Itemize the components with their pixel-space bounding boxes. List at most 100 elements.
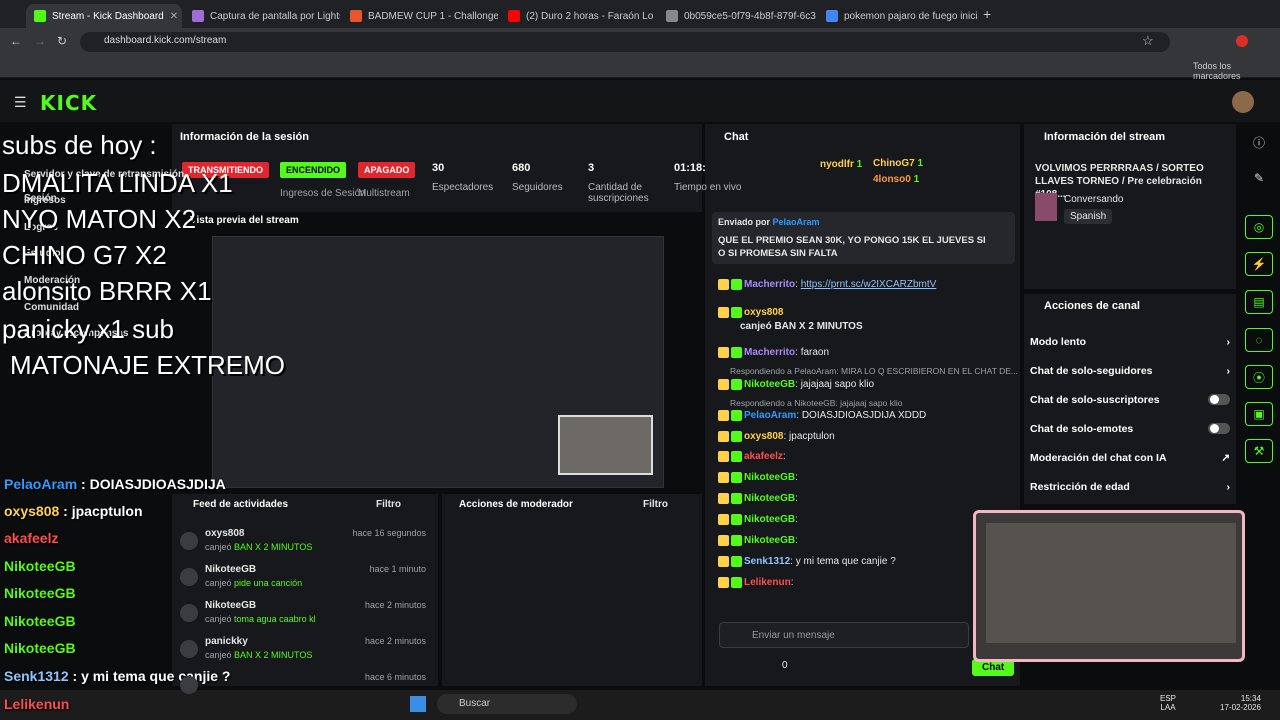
badge-icon bbox=[718, 535, 729, 546]
top-chatter-name: ChinoG7 bbox=[873, 158, 915, 169]
feed-action: canjeó bbox=[205, 578, 232, 588]
overlay-chat-msg: y mi tema que canjie ? bbox=[81, 668, 231, 684]
stat-label: Cantidad de suscripciones bbox=[588, 182, 649, 204]
broadcast-icon[interactable]: ⦿ bbox=[1245, 365, 1273, 389]
chat-text[interactable]: https://prnt.sc/w2IXCARZbmtV bbox=[801, 279, 937, 290]
overlay-chat-user: Lelikenun bbox=[4, 696, 70, 712]
overlay-chat-msg: DOIASJDIOASJDIJA bbox=[89, 476, 226, 492]
on-badge[interactable]: ENCENDIDO bbox=[280, 162, 347, 178]
chat-text: faraon bbox=[800, 347, 830, 359]
feed-time: hace 16 segundos bbox=[352, 528, 426, 538]
chat-icon[interactable]: ◌ bbox=[1245, 328, 1273, 352]
new-tab-button[interactable]: + bbox=[983, 6, 991, 22]
chat-colon: : bbox=[782, 451, 786, 463]
feed-reward: canjeó BAN X 2 MINUTOS bbox=[205, 542, 312, 552]
chat-username[interactable]: PelaoAram bbox=[744, 410, 796, 421]
action-3[interactable]: Chat de solo-emotes bbox=[1030, 423, 1230, 435]
feed-avatar bbox=[180, 640, 198, 658]
chat-username[interactable]: oxys808 bbox=[744, 307, 783, 318]
all-bookmarks[interactable]: Todos los marcadores bbox=[1193, 61, 1280, 81]
bolt-icon[interactable]: ⚡ bbox=[1245, 252, 1273, 276]
tab-2[interactable]: BADMEW CUP 1 - Challonge✕ bbox=[342, 4, 498, 28]
category-name: Conversando bbox=[1064, 194, 1124, 205]
info-icon[interactable]: ⓘ bbox=[1245, 130, 1273, 154]
action-2[interactable]: Chat de solo-suscriptores bbox=[1030, 394, 1230, 406]
tab-0[interactable]: Stream - Kick Dashboard ✕ bbox=[26, 4, 182, 28]
stat-2: 3 Cantidad de suscripciones bbox=[588, 162, 658, 204]
actions-title: Acciones de canal bbox=[1044, 300, 1140, 312]
top-chatter-count: 1 bbox=[856, 159, 863, 170]
chat-username[interactable]: oxys808 bbox=[744, 431, 783, 442]
feed-avatar bbox=[180, 604, 198, 622]
toggle[interactable] bbox=[1208, 423, 1230, 434]
tab-close-icon[interactable]: ✕ bbox=[170, 11, 178, 22]
action-5[interactable]: Restricción de edad › bbox=[1030, 481, 1230, 493]
address-input[interactable]: dashboard.kick.com/stream bbox=[80, 32, 1170, 52]
off-badge[interactable]: APAGADO bbox=[358, 162, 416, 178]
session-ingress: Ingresos de Sesión bbox=[280, 188, 366, 199]
chat-username[interactable]: Macherrito bbox=[744, 279, 795, 290]
tab-5[interactable]: pokemon pajaro de fuego inicial✕ bbox=[818, 4, 978, 28]
menu-icon[interactable]: ☰ bbox=[14, 94, 27, 111]
action-1[interactable]: Chat de solo-seguidores › bbox=[1030, 365, 1230, 377]
chat-username[interactable]: NikoteeGB bbox=[744, 493, 795, 504]
overlay-chat-sep: : bbox=[59, 503, 72, 519]
external-link-icon: ↗ bbox=[1221, 452, 1230, 464]
chat-username[interactable]: Senk1312 bbox=[744, 556, 790, 567]
windows-start-icon[interactable] bbox=[410, 696, 426, 712]
forward-icon[interactable]: → bbox=[34, 34, 46, 48]
top-chatter: ChinoG7 1 bbox=[873, 158, 923, 169]
chat-input[interactable]: Enviar un mensaje bbox=[719, 622, 969, 648]
feed-reward-name: BAN X 2 MINUTOS bbox=[234, 650, 313, 660]
wrench-icon[interactable]: ⚒ bbox=[1245, 439, 1273, 463]
archive-icon[interactable]: ▣ bbox=[1245, 402, 1273, 426]
kick-logo[interactable]: KICK bbox=[40, 91, 97, 115]
chat-username[interactable]: Lelikenun bbox=[744, 577, 791, 588]
reload-icon[interactable]: ↻ bbox=[57, 34, 67, 48]
pen-icon[interactable]: ✎ bbox=[1245, 166, 1273, 190]
chevron-right-icon: › bbox=[1226, 481, 1231, 493]
tab-label: Stream - Kick Dashboard bbox=[52, 10, 164, 22]
taskbar-search[interactable]: Buscar bbox=[437, 694, 577, 714]
webcam-overlay bbox=[973, 510, 1245, 662]
chat-username[interactable]: NikoteeGB bbox=[744, 379, 795, 390]
tab-label: Captura de pantalla por Lightsh bbox=[210, 10, 340, 22]
tab-favicon-icon bbox=[508, 10, 520, 22]
overlay-chat-msg: jpacptulon bbox=[71, 503, 143, 519]
stat-value: 3 bbox=[588, 162, 595, 174]
feed-time: hace 6 minutos bbox=[364, 672, 426, 682]
tab-1[interactable]: Captura de pantalla por Lightsh✕ bbox=[184, 4, 340, 28]
chat-text: jpacptulon bbox=[789, 431, 835, 443]
tab-label: BADMEW CUP 1 - Challonge bbox=[368, 10, 498, 22]
chat-username[interactable]: NikoteeGB bbox=[744, 535, 795, 546]
mod-filter[interactable]: Filtro bbox=[643, 499, 668, 510]
feed-filter[interactable]: Filtro bbox=[376, 499, 401, 510]
input-language[interactable]: ESP LAA bbox=[1160, 694, 1176, 712]
clipboard-icon[interactable]: ▤ bbox=[1245, 290, 1273, 314]
chat-username[interactable]: akafeelz bbox=[744, 451, 783, 462]
back-icon[interactable]: ← bbox=[10, 34, 22, 48]
action-0[interactable]: Modo lento › bbox=[1030, 336, 1230, 348]
camera-icon[interactable]: ◎ bbox=[1245, 215, 1273, 239]
user-avatar[interactable] bbox=[1232, 91, 1254, 113]
tab-4[interactable]: 0b059ce5-0f79-4b8f-879f-6c30✕ bbox=[658, 4, 816, 28]
chat-message: NikoteeGB: bbox=[718, 514, 798, 525]
chat-message: NikoteeGB: jajajaaj sapo klio bbox=[718, 379, 874, 390]
chat-username[interactable]: Macherrito bbox=[744, 347, 795, 358]
toggle[interactable] bbox=[1208, 394, 1230, 405]
feed-avatar bbox=[180, 568, 198, 586]
chat-username[interactable]: NikoteeGB bbox=[744, 514, 795, 525]
chat-username[interactable]: NikoteeGB bbox=[744, 472, 795, 483]
badge-icon bbox=[718, 493, 729, 504]
top-chatter-count: 1 bbox=[917, 158, 924, 169]
info-title: Información del stream bbox=[1044, 131, 1166, 143]
profile-avatar[interactable] bbox=[1236, 35, 1248, 47]
overlay-chat-user: akafeelz bbox=[4, 530, 59, 546]
overlay-line: NYO MATON X2 bbox=[2, 204, 197, 234]
clock[interactable]: 15:34 17-02-2026 bbox=[1220, 694, 1261, 712]
tab-favicon-icon bbox=[192, 10, 204, 22]
action-4[interactable]: Moderación del chat con IA ↗ bbox=[1030, 452, 1230, 464]
tab-3[interactable]: (2) Duro 2 horas - Faraón Lo✕ bbox=[500, 4, 656, 28]
chat-message: NikoteeGB: bbox=[718, 493, 798, 504]
bookmark-star-icon[interactable]: ☆ bbox=[1142, 33, 1154, 49]
